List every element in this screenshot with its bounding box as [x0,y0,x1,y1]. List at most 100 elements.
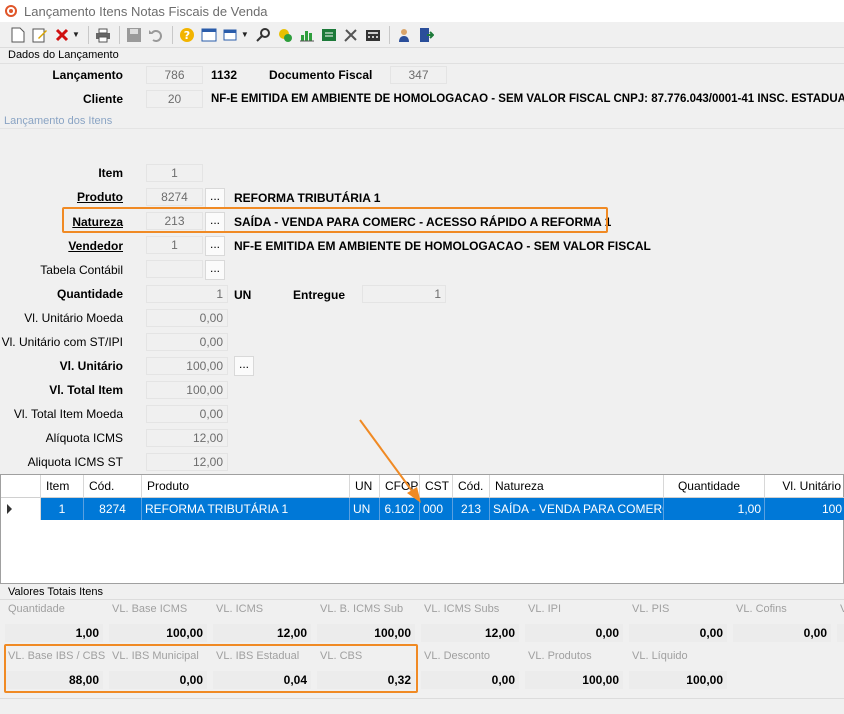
vendedor-description: NF-E EMITIDA EM AMBIENTE DE HOMOLOGACAO … [234,239,651,253]
grid-cell-vl-unitario[interactable]: 100 [765,498,844,520]
separator [171,25,173,44]
grid-cell-cod-produto[interactable]: 8274 [84,498,142,520]
attach-icon[interactable] [275,25,295,45]
separator [87,25,89,44]
grid-header-indicator [1,475,41,498]
totais-r1-label-0: Quantidade [8,603,65,615]
app-logo-icon [5,5,17,17]
item-field[interactable]: 1 [146,164,203,182]
tabela-browse-button[interactable]: ... [205,260,225,280]
ibs-cbs-highlight-annotation [4,644,418,693]
window-icon[interactable] [221,25,241,45]
window-title: Lançamento Itens Notas Fiscais de Venda [24,3,268,19]
chart-icon[interactable] [297,25,317,45]
calculator-icon[interactable] [363,25,383,45]
cliente-description: NF-E EMITIDA EM AMBIENTE DE HOMOLOGACAO … [211,93,844,105]
produto-label[interactable]: Produto [77,190,123,204]
vl-unitario-moeda-label: Vl. Unitário Moeda [24,311,123,325]
totais-r1-label-6: VL. PIS [632,603,670,615]
new-icon[interactable] [8,25,28,45]
grid-col-natureza[interactable]: Natureza [490,475,664,498]
grid-cell-produto[interactable]: REFORMA TRIBUTÁRIA 1 [142,498,350,520]
totais-r1-value-8[interactable] [837,624,844,642]
grid-col-item[interactable]: Item [41,475,84,498]
search-icon[interactable] [253,25,273,45]
entregue-field[interactable]: 1 [362,285,446,303]
totais-r2-value-4[interactable]: 0,00 [421,671,519,689]
produto-field[interactable]: 8274 [146,188,203,206]
aliquota-icms-field[interactable]: 12,00 [146,429,228,447]
totais-r1-label-1: VL. Base ICMS [112,603,188,615]
grid-cell-quantidade[interactable]: 1,00 [664,498,765,520]
totais-r2-value-6[interactable]: 100,00 [629,671,727,689]
lancamento-label: Lançamento [52,68,123,82]
print-icon[interactable] [93,25,113,45]
vl-total-moeda-label: Vl. Total Item Moeda [13,407,123,421]
lancamento-field[interactable]: 786 [146,66,203,84]
exit-icon[interactable] [416,25,436,45]
totais-r1-value-7[interactable]: 0,00 [733,624,831,642]
grid-col-produto[interactable]: Produto [142,475,350,498]
cliente-field[interactable]: 20 [146,90,203,108]
vl-unitario-moeda-field[interactable]: 0,00 [146,309,228,327]
natureza-highlight-annotation [62,207,608,233]
totais-r2-label-6: VL. Líquido [632,650,688,662]
itens-group-title: Lançamento dos Itens [4,115,113,127]
edit-icon[interactable] [30,25,50,45]
itens-panel [0,128,844,129]
totais-r2-value-5[interactable]: 100,00 [525,671,623,689]
spreadsheet-icon[interactable] [319,25,339,45]
totais-group-title: Valores Totais Itens [8,586,103,598]
vl-unitario-st-field[interactable]: 0,00 [146,333,228,351]
separator [118,25,120,44]
vl-unitario-browse-button[interactable]: ... [234,356,254,376]
vl-total-moeda-field[interactable]: 0,00 [146,405,228,423]
produto-description: REFORMA TRIBUTÁRIA 1 [234,191,381,205]
undo-icon[interactable] [146,25,166,45]
tabela-field[interactable] [146,260,203,278]
totais-r2-label-5: VL. Produtos [528,650,592,662]
aliquota-icms-st-field[interactable]: 12,00 [146,453,228,471]
grid-col-quantidade[interactable]: Quantidade [664,475,765,498]
totais-r1-value-1[interactable]: 100,00 [109,624,207,642]
vl-total-item-label: Vl. Total Item [49,383,123,397]
aliquota-icms-st-label: Aliquota ICMS ST [27,455,123,469]
calendar-icon[interactable] [199,25,219,45]
svg-text:?: ? [184,29,190,42]
user-icon[interactable] [394,25,414,45]
vendedor-browse-button[interactable]: ... [205,236,225,256]
grid-cell-cod-natureza[interactable]: 213 [453,498,490,520]
vendedor-field[interactable]: 1 [146,236,203,254]
totais-r1-label-5: VL. IPI [528,603,562,615]
vendedor-label[interactable]: Vendedor [68,239,123,253]
title-bar: Lançamento Itens Notas Fiscais de Venda [0,0,844,22]
cst-arrow-annotation [359,419,421,503]
grid-col-vl-unitario[interactable]: Vl. Unitário [765,475,844,498]
quantidade-label: Quantidade [56,287,123,301]
totais-r1-value-5[interactable]: 0,00 [525,624,623,642]
produto-browse-button[interactable]: ... [205,188,225,208]
delete-dropdown-icon[interactable]: ▼ [72,30,80,39]
quantidade-field[interactable]: 1 [146,285,228,303]
window-dropdown-icon[interactable]: ▼ [241,30,249,39]
vl-total-item-field[interactable]: 100,00 [146,381,228,399]
grid-cell-natureza[interactable]: SAÍDA - VENDA PARA COMERC ... [490,498,664,520]
grid-col-cod-natureza[interactable]: Cód. [453,475,490,498]
grid-col-cod-produto[interactable]: Cód. [84,475,142,498]
totais-r1-label-8: V [840,603,844,615]
cliente-label: Cliente [82,92,123,106]
save-icon[interactable] [124,25,144,45]
lancamento-number: 1132 [211,68,238,82]
documento-field[interactable]: 347 [390,66,447,84]
totais-r1-value-6[interactable]: 0,00 [629,624,727,642]
delete-icon[interactable] [52,25,72,45]
tools-icon[interactable] [341,25,361,45]
totais-r1-value-3[interactable]: 100,00 [317,624,415,642]
totais-r1-value-0[interactable]: 1,00 [5,624,103,642]
help-icon[interactable]: ? [177,25,197,45]
vl-unitario-field[interactable]: 100,00 [146,357,228,375]
totais-r1-value-2[interactable]: 12,00 [213,624,311,642]
documento-label: Documento Fiscal [269,68,373,82]
grid-cell-item[interactable]: 1 [41,498,84,520]
totais-r1-value-4[interactable]: 12,00 [421,624,519,642]
